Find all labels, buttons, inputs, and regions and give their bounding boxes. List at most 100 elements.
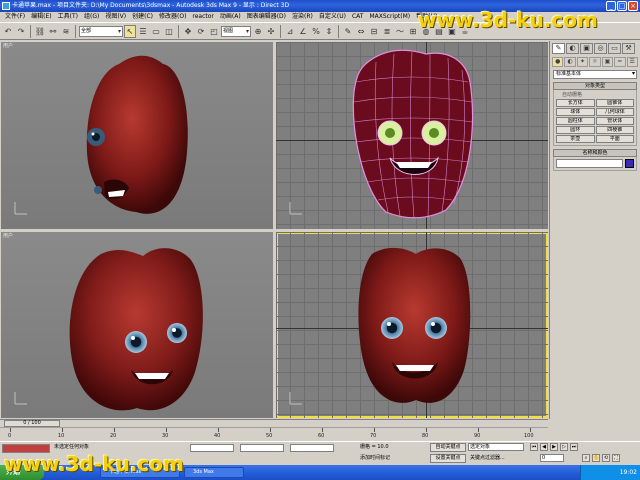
y-coord-field[interactable] <box>240 444 284 452</box>
key-filters-button[interactable]: 关键点过滤器... <box>470 454 505 462</box>
key-mode-select[interactable]: 选定对象 <box>468 443 524 451</box>
spacewarps-icon[interactable]: ≈ <box>614 57 626 67</box>
display-tab-icon[interactable]: ▭ <box>608 43 621 54</box>
viewport-wireframe-top-right[interactable] <box>276 42 548 229</box>
orbit-icon[interactable]: ⟲ <box>602 454 610 462</box>
layer-manager-icon[interactable]: ≣ <box>381 25 393 38</box>
torus-button[interactable]: 圆环 <box>556 126 595 134</box>
plane-button[interactable]: 平面 <box>595 135 634 143</box>
autogrid-checkbox[interactable]: 自动栅格 <box>556 92 634 99</box>
geosphere-button[interactable]: 几何球体 <box>595 108 634 116</box>
ref-coord-select[interactable]: 视图 <box>221 25 251 37</box>
cone-button[interactable]: 圆锥体 <box>595 99 634 107</box>
menu-group[interactable]: 组(G) <box>81 12 102 22</box>
render-frame-icon[interactable]: ▣ <box>446 25 458 38</box>
angle-snap-icon[interactable]: ∠ <box>297 25 309 38</box>
schematic-view-icon[interactable]: ⊞ <box>407 25 419 38</box>
maximize-button[interactable]: □ <box>617 1 627 11</box>
link-icon[interactable]: ⛓ <box>34 25 46 38</box>
maxscript-listener[interactable] <box>2 444 50 453</box>
pivot-center-icon[interactable]: ⊕ <box>252 25 264 38</box>
cylinder-button[interactable]: 圆柱体 <box>556 117 595 125</box>
modify-tab-icon[interactable]: ◐ <box>566 43 579 54</box>
undo-icon[interactable]: ↶ <box>2 25 14 38</box>
sphere-button[interactable]: 球体 <box>556 108 595 116</box>
viewport-user-top-left[interactable]: 用户 <box>1 42 273 229</box>
object-type-rollout[interactable]: 对象类型 <box>553 82 637 90</box>
box-button[interactable]: 长方体 <box>556 99 595 107</box>
scale-icon[interactable]: ◰ <box>208 25 220 38</box>
time-slider[interactable]: 0 / 100 <box>0 419 548 427</box>
z-coord-field[interactable] <box>290 444 334 452</box>
rect-selection-icon[interactable]: ▭ <box>150 25 162 38</box>
unlink-icon[interactable]: ⚯ <box>47 25 59 38</box>
menu-tools[interactable]: 工具(T) <box>55 12 81 22</box>
create-tab-icon[interactable]: ✎ <box>552 43 565 54</box>
geometry-icon[interactable]: ● <box>552 57 564 67</box>
object-name-input[interactable] <box>556 159 623 168</box>
hierarchy-tab-icon[interactable]: ▣ <box>580 43 593 54</box>
select-by-name-icon[interactable]: ☰ <box>137 25 149 38</box>
viewport-perspective-bottom-right[interactable] <box>276 232 548 418</box>
viewport-user-bottom-left[interactable]: 用户 <box>1 232 273 418</box>
align-icon[interactable]: ⊟ <box>368 25 380 38</box>
pyramid-button[interactable]: 四棱锥 <box>595 126 634 134</box>
bind-spacewarp-icon[interactable]: ≋ <box>60 25 72 38</box>
auto-key-button[interactable]: 自动关键点 <box>430 443 466 452</box>
object-color-swatch[interactable] <box>625 159 634 168</box>
rotate-icon[interactable]: ⟳ <box>195 25 207 38</box>
motion-tab-icon[interactable]: ◎ <box>594 43 607 54</box>
named-selection-icon[interactable]: ✎ <box>342 25 354 38</box>
menu-rendering[interactable]: 渲染(R) <box>289 12 316 22</box>
menu-customize[interactable]: 自定义(U) <box>316 12 349 22</box>
start-button[interactable]: 开始 <box>0 465 44 480</box>
utilities-tab-icon[interactable]: ⚒ <box>622 43 635 54</box>
move-icon[interactable]: ✥ <box>182 25 194 38</box>
current-frame-field[interactable]: 0 <box>540 454 564 462</box>
prev-frame-icon[interactable]: ◀ <box>540 443 548 451</box>
lights-icon[interactable]: ✦ <box>576 57 589 67</box>
mirror-icon[interactable]: ⇔ <box>355 25 367 38</box>
percent-snap-icon[interactable]: % <box>310 25 322 38</box>
systems-icon[interactable]: ☰ <box>626 57 638 67</box>
geometry-category-select[interactable]: 标准基本体 <box>553 70 637 79</box>
selection-filter-select[interactable]: 全部 <box>79 25 123 37</box>
quick-render-icon[interactable]: ☕ <box>459 25 471 38</box>
select-object-icon[interactable]: ↖ <box>124 24 136 38</box>
maximize-viewport-icon[interactable]: ⛶ <box>612 454 620 462</box>
time-slider-thumb[interactable]: 0 / 100 <box>4 420 60 427</box>
goto-end-icon[interactable]: ⏭ <box>570 443 578 451</box>
close-button[interactable]: × <box>628 1 638 11</box>
menu-help[interactable]: 帮助(H) <box>413 12 440 22</box>
menu-animation[interactable]: 动画(A) <box>217 12 244 22</box>
redo-icon[interactable]: ↷ <box>15 25 27 38</box>
menu-create[interactable]: 创建(C) <box>129 12 156 22</box>
track-bar[interactable]: 0 10 20 30 40 50 60 70 80 90 100 <box>0 427 548 441</box>
menu-views[interactable]: 视图(V) <box>102 12 129 22</box>
cameras-icon[interactable]: ☼ <box>589 57 601 67</box>
menu-reactor[interactable]: reactor <box>189 12 217 22</box>
menu-modifiers[interactable]: 修改器(O) <box>156 12 189 22</box>
tube-button[interactable]: 管状体 <box>595 117 634 125</box>
menu-edit[interactable]: 编辑(E) <box>28 12 54 22</box>
window-crossing-icon[interactable]: ◫ <box>163 25 175 38</box>
goto-start-icon[interactable]: ⏮ <box>530 443 538 451</box>
render-setup-icon[interactable]: ▤ <box>433 25 445 38</box>
taskbar-item[interactable]: 3ds Max <box>184 467 244 478</box>
set-key-button[interactable]: 设置关键点 <box>430 454 466 463</box>
x-coord-field[interactable] <box>190 444 234 452</box>
minimize-button[interactable]: _ <box>606 1 616 11</box>
manipulate-icon[interactable]: ✣ <box>265 25 277 38</box>
name-color-rollout[interactable]: 名称和颜色 <box>553 149 637 157</box>
spinner-snap-icon[interactable]: ⇕ <box>323 25 335 38</box>
snap-toggle-icon[interactable]: ⊿ <box>284 25 296 38</box>
menu-maxscript[interactable]: MAXScript(M) <box>366 12 413 22</box>
teapot-button[interactable]: 茶壶 <box>556 135 595 143</box>
shapes-icon[interactable]: ◐ <box>564 57 576 67</box>
menu-graph-editors[interactable]: 图表编辑器(D) <box>244 12 289 22</box>
pan-icon[interactable]: ✋ <box>592 454 600 462</box>
curve-editor-icon[interactable]: 〜 <box>394 25 406 38</box>
helpers-icon[interactable]: ▣ <box>601 57 614 67</box>
next-frame-icon[interactable]: ▷ <box>560 443 568 451</box>
material-editor-icon[interactable]: ◍ <box>420 25 432 38</box>
